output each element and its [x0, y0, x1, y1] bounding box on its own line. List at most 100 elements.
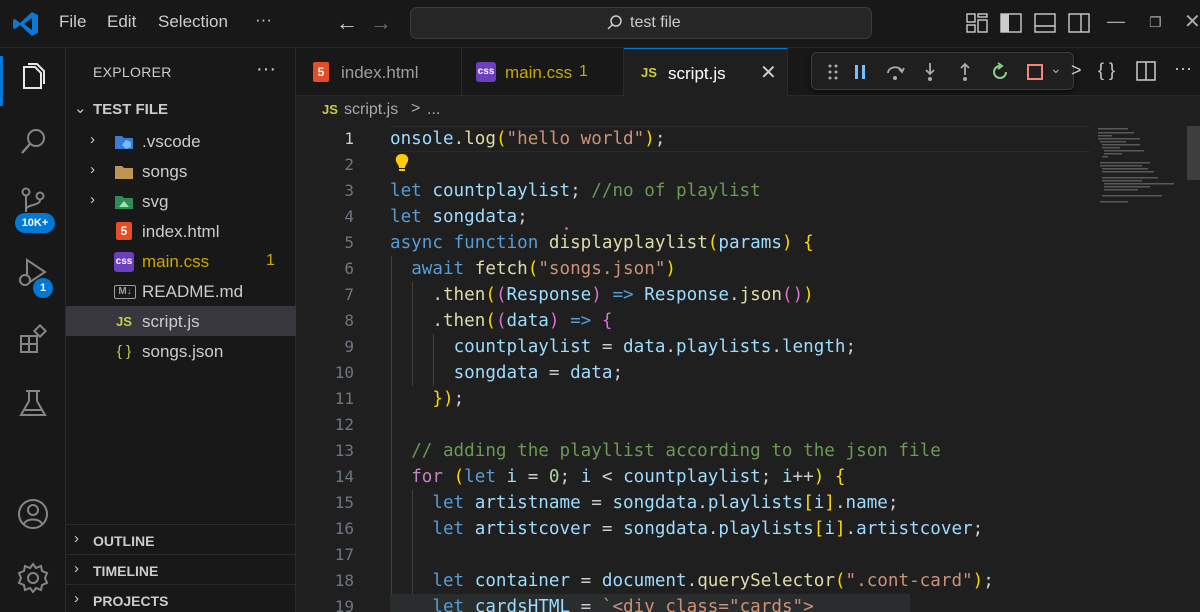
menu-selection[interactable]: Selection [158, 12, 228, 32]
braces-icon[interactable]: { } [1098, 60, 1115, 81]
chevron-right-icon: › [74, 590, 79, 607]
line-number: 19 [334, 597, 354, 612]
tab-script-js[interactable]: JS script.js ✕ [624, 48, 788, 97]
js-icon: JS [322, 102, 338, 117]
scm-count-badge: 10K+ [15, 213, 55, 233]
code-line: let artistname = songdata.playlists[i].n… [432, 493, 899, 513]
line-number: 16 [334, 519, 354, 538]
code-line: let artistcover = songdata.playlists[i].… [432, 519, 984, 539]
split-editor-icon[interactable] [1136, 61, 1156, 81]
menu-edit[interactable]: Edit [107, 12, 136, 32]
tab-label: script.js [668, 64, 726, 83]
tree-item-main-css[interactable]: css main.css 1 [66, 246, 296, 276]
tree-item-script-js[interactable]: JS script.js [66, 306, 296, 336]
line-number: 7 [344, 285, 354, 304]
close-tab-icon[interactable]: ✕ [760, 60, 777, 85]
more-editor-actions-chevron[interactable]: > [1071, 60, 1082, 81]
js-icon: JS [641, 65, 657, 80]
testing-activity[interactable] [13, 384, 53, 424]
lightbulb-icon[interactable] [393, 152, 411, 174]
restart-icon[interactable] [989, 61, 1011, 83]
minimize-icon[interactable]: — [1107, 11, 1125, 32]
tab-index-html[interactable]: 5 index.html [296, 48, 462, 96]
customize-layout-icon[interactable] [966, 13, 988, 33]
active-indicator [0, 56, 3, 106]
breadcrumb-file[interactable]: script.js [344, 101, 398, 119]
minimap[interactable] [1096, 126, 1200, 612]
workspace-folder-name: TEST FILE [93, 101, 168, 118]
code-editor[interactable]: 1 2 3 4 5 6 7 8 9 10 11 12 13 14 15 16 17 18 19 onsole.log… [296, 126, 1200, 612]
search-icon [21, 129, 45, 154]
debug-toolbar: ⌄ [811, 52, 1074, 90]
code-line: let countplaylist; //no of playlist [390, 181, 761, 201]
tree-item-label: README.md [142, 282, 244, 301]
manage-activity[interactable] [13, 558, 53, 598]
chevron-down-icon[interactable]: ⌄ [1050, 60, 1062, 77]
forward-arrow-icon[interactable]: → [370, 10, 392, 36]
code-line: onsole.log("hello world"); [390, 129, 666, 149]
restore-icon[interactable]: ❐ [1149, 14, 1162, 31]
step-into-icon[interactable] [919, 61, 941, 83]
problem-count-badge: 1 [579, 63, 588, 80]
pause-icon[interactable] [849, 61, 871, 83]
drag-handle-icon[interactable] [822, 61, 844, 83]
line-number: 1 [344, 129, 354, 148]
chevron-down-icon: ⌄ [74, 100, 87, 117]
more-actions-button[interactable]: ··· [1174, 58, 1192, 79]
toggle-secondary-sidebar-icon[interactable] [1068, 13, 1090, 33]
explorer-sidebar: EXPLORER ··· ⌄ TEST FILE › .vscode › son… [66, 48, 296, 612]
tree-item-svg[interactable]: › svg [66, 186, 296, 216]
title-bar: File Edit Selection ··· ← → test file — … [0, 0, 1200, 48]
line-number: 12 [334, 415, 354, 434]
markdown-icon: M↓ [114, 285, 136, 299]
step-out-icon[interactable] [954, 61, 976, 83]
chevron-right-icon: › [90, 161, 95, 178]
extensions-activity[interactable] [13, 320, 53, 360]
back-arrow-icon[interactable]: ← [336, 10, 358, 36]
tab-main-css[interactable]: css main.css 1 [462, 48, 624, 96]
breadcrumb-separator-icon: > [411, 100, 421, 117]
vscode-logo-icon[interactable] [12, 10, 40, 38]
search-activity[interactable] [13, 122, 53, 162]
tree-item-readme[interactable]: M↓ README.md [66, 276, 296, 306]
code-line: let songdata; [390, 207, 528, 227]
explorer-more-actions-button[interactable]: ··· [256, 58, 276, 81]
projects-panel-header[interactable]: › PROJECTS [66, 584, 296, 612]
tree-item-songs-json[interactable]: { } songs.json [66, 336, 296, 366]
explorer-activity[interactable] [13, 58, 53, 98]
tree-item-vscode[interactable]: › .vscode [66, 126, 296, 156]
tab-label: main.css [505, 63, 573, 82]
line-number: 9 [344, 337, 354, 356]
toggle-primary-sidebar-icon[interactable] [1000, 13, 1022, 33]
settings-gear-icon [17, 562, 49, 594]
close-window-icon[interactable]: ✕ [1184, 9, 1200, 34]
code-line: async function displayplaylist(params) { [390, 233, 814, 253]
json-icon: { } [116, 343, 132, 360]
breadcrumb: JS script.js > ... [296, 96, 1200, 126]
line-number: 18 [334, 571, 354, 590]
activity-bar: 10K+ 1 [0, 48, 66, 612]
command-center-search[interactable]: test file [410, 7, 872, 39]
stop-icon[interactable] [1024, 61, 1046, 83]
tree-item-index-html[interactable]: 5 index.html [66, 216, 296, 246]
problem-count-badge: 1 [266, 252, 275, 269]
line-number: 5 [344, 233, 354, 252]
tree-item-songs[interactable]: › songs [66, 156, 296, 186]
timeline-panel-header[interactable]: › TIMELINE [66, 554, 296, 584]
code-line: countplaylist = data.playlists.length; [453, 337, 857, 357]
code-line: .then((Response) => Response.json()) [390, 285, 814, 305]
menu-file[interactable]: File [59, 12, 86, 32]
scrollbar-thumb[interactable] [1187, 126, 1200, 180]
workspace-folder-header[interactable]: ⌄ TEST FILE [66, 96, 296, 124]
chevron-right-icon: › [90, 131, 95, 148]
breadcrumb-symbols[interactable]: ... [427, 101, 440, 119]
code-line: let cardsHTML = `<div class="cards"> [432, 597, 814, 612]
outline-panel-header[interactable]: › OUTLINE [66, 524, 296, 554]
line-number: 2 [344, 155, 354, 174]
line-number: 3 [344, 181, 354, 200]
step-over-icon[interactable] [884, 61, 906, 83]
accounts-activity[interactable] [13, 494, 53, 534]
menu-more-button[interactable]: ··· [255, 10, 272, 30]
toggle-panel-icon[interactable] [1034, 13, 1056, 33]
line-number: 8 [344, 311, 354, 330]
